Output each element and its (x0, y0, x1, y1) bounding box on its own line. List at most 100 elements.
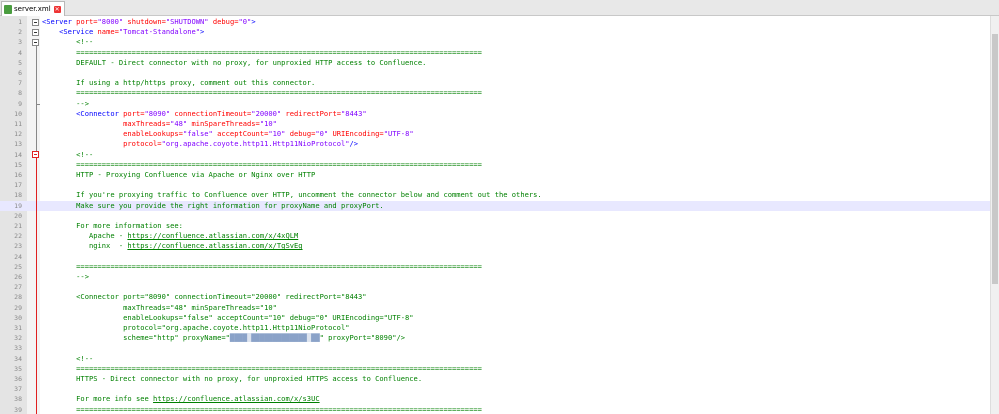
code-line[interactable]: 10 <Connector port="8090" connectionTime… (0, 109, 991, 119)
code-token: ========================================… (42, 404, 482, 414)
line-number: 31 (14, 324, 22, 332)
code-token: --> (42, 98, 89, 108)
line-number: 21 (14, 222, 22, 230)
code-token: "Tomcat-Standalone" (118, 27, 201, 37)
line-number: 8 (18, 89, 22, 98)
code-token: "0" (238, 17, 252, 26)
code-line[interactable]: 21 For more information see: (0, 221, 991, 231)
code-line[interactable]: 24 (0, 252, 991, 262)
tab-server-xml[interactable]: server.xml ✕ (1, 1, 65, 16)
fold-guide (36, 103, 37, 155)
close-icon[interactable]: ✕ (53, 5, 61, 13)
code-line[interactable]: 11 maxThreads="48" minSpareThreads="10" (0, 119, 991, 129)
code-token: nginx - (42, 241, 128, 251)
code-link[interactable]: https://confluence.atlassian.com/x/s3UC (153, 394, 320, 403)
vertical-scrollbar[interactable] (990, 16, 999, 414)
code-token: redirectPort= (281, 108, 341, 118)
code-line[interactable]: 3 <!-- (0, 37, 991, 47)
line-number: 27 (14, 283, 22, 292)
code-line[interactable]: 9 --> (0, 99, 991, 109)
code-line[interactable]: 5 DEFAULT - Direct connector with no pro… (0, 58, 991, 68)
line-code: If using a http/https proxy, comment out… (42, 78, 315, 88)
line-number: 39 (14, 405, 22, 414)
xml-file-icon (4, 4, 12, 14)
code-line[interactable]: 2 <Service name="Tomcat-Standalone"> (0, 27, 991, 37)
code-editor[interactable]: 1 <Server port="8000" shutdown="SHUTDOWN"… (0, 16, 991, 414)
code-line[interactable]: 17 (0, 180, 991, 190)
code-token: scheme="http" proxyName=" (42, 333, 230, 343)
code-line[interactable]: 38 For more info see https://confluence.… (0, 394, 991, 404)
code-line[interactable]: 6 (0, 68, 991, 78)
code-line[interactable]: 18 If you're proxying traffic to Conflue… (0, 190, 991, 200)
line-number: 33 (14, 344, 22, 353)
code-line[interactable]: 25 =====================================… (0, 262, 991, 272)
code-token: protocol= (42, 139, 162, 149)
line-number: 1 (18, 18, 22, 26)
code-line[interactable]: 4 ======================================… (0, 48, 991, 58)
line-number: 17 (14, 181, 22, 190)
code-line[interactable]: 37 (0, 384, 991, 394)
scrollbar-thumb[interactable] (992, 34, 998, 284)
code-token: "SHUTDOWN" (165, 17, 209, 26)
code-token: Make sure you provide the right informat… (42, 200, 384, 210)
code-line[interactable]: 22 Apache - https://confluence.atlassian… (0, 231, 991, 241)
code-line[interactable]: 31 protocol="org.apache.coyote.http11.Ht… (0, 323, 991, 333)
code-line[interactable]: 8 ======================================… (0, 88, 991, 98)
code-line[interactable]: 30 enableLookups="false" acceptCount="10… (0, 313, 991, 323)
code-line[interactable]: 32 scheme="http" proxyName="████ ███████… (0, 333, 991, 343)
line-number: 37 (14, 385, 22, 394)
code-line[interactable]: 12 enableLookups="false" acceptCount="10… (0, 129, 991, 139)
code-token: "8000" (97, 17, 124, 26)
code-line[interactable]: 20 (0, 211, 991, 221)
code-line[interactable]: 33 (0, 343, 991, 353)
code-line[interactable]: 1 <Server port="8000" shutdown="SHUTDOWN"… (0, 17, 991, 27)
line-number: 13 (14, 140, 22, 149)
code-token: port= (123, 108, 145, 118)
code-line[interactable]: 23 nginx - https://confluence.atlassian.… (0, 241, 991, 251)
code-line[interactable]: 39 =====================================… (0, 405, 991, 414)
line-code: <Connector port="8090" connectionTimeout… (42, 108, 366, 119)
line-number: 7 (18, 79, 22, 88)
code-line[interactable]: 34 <!-- (0, 354, 991, 364)
code-line[interactable]: 13 protocol="org.apache.coyote.http11.Ht… (0, 139, 991, 149)
line-number: 18 (14, 191, 22, 200)
code-token: name= (97, 27, 119, 37)
fold-toggle-icon[interactable] (32, 18, 39, 26)
code-line[interactable]: 7 If using a http/https proxy, comment o… (0, 78, 991, 88)
line-number: 24 (14, 252, 22, 261)
code-line[interactable]: 29 maxThreads="48" minSpareThreads="10" (0, 303, 991, 313)
code-token: protocol="org.apache.coyote.http11.Http1… (42, 323, 350, 332)
line-code: protocol="org.apache.coyote.http11.Http1… (42, 323, 350, 333)
code-token: <!-- (42, 37, 94, 47)
code-token: > (200, 27, 205, 37)
line-code: <!-- (42, 354, 93, 364)
line-code: <!-- (42, 37, 93, 47)
code-line[interactable]: 36 HTTPS - Direct connector with no prox… (0, 374, 991, 384)
line-code: protocol="org.apache.coyote.http11.Http1… (42, 139, 358, 149)
line-number: 9 (18, 99, 22, 108)
line-code: --> (42, 272, 89, 282)
code-line[interactable]: 28 <Connector port="8090" connectionTime… (0, 292, 991, 302)
tab-label: server.xml (14, 5, 51, 13)
line-number: 35 (14, 364, 22, 373)
code-token: <Service (42, 27, 98, 37)
code-token: enableLookups="false" acceptCount="10" d… (42, 312, 414, 322)
code-line[interactable]: 27 (0, 282, 991, 292)
code-token: For more info see (42, 394, 154, 404)
code-token: /> (349, 139, 359, 149)
code-link[interactable]: https://confluence.atlassian.com/x/4xQLM (127, 231, 298, 240)
line-code: ========================================… (42, 262, 482, 272)
code-line[interactable]: 26 --> (0, 272, 991, 282)
code-line[interactable]: 15 =====================================… (0, 160, 991, 170)
code-token: <Connector (42, 108, 124, 118)
line-code: <Service name="Tomcat-Standalone"> (42, 27, 204, 37)
code-link[interactable]: https://confluence.atlassian.com/x/TgSvE… (127, 241, 302, 250)
code-line[interactable]: 19 Make sure you provide the right infor… (0, 200, 991, 211)
code-line[interactable]: 14 <!-- (0, 150, 991, 160)
code-line[interactable]: 35 =====================================… (0, 364, 991, 374)
code-token: <Server (42, 17, 77, 26)
code-line[interactable]: 16 HTTP - Proxying Confluence via Apache… (0, 170, 991, 180)
code-token: port= (76, 17, 98, 26)
fold-toggle-icon[interactable] (32, 28, 39, 36)
line-code: Apache - https://confluence.atlassian.co… (42, 231, 298, 241)
